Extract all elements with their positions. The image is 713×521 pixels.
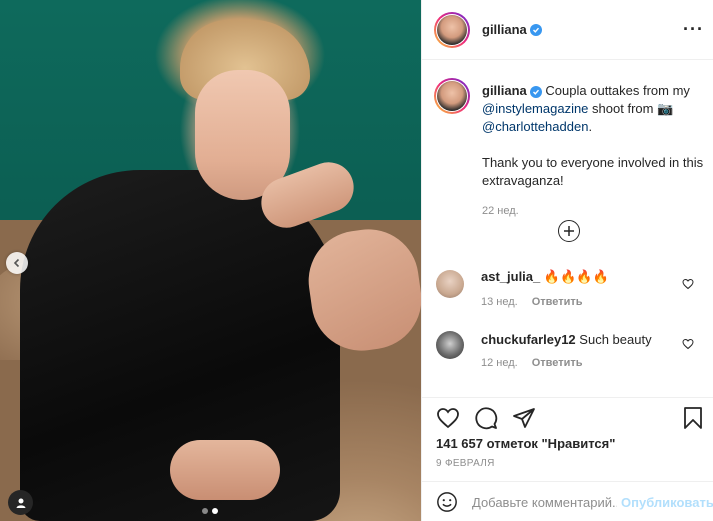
verified-icon: [529, 85, 542, 98]
comment-time[interactable]: 13 нед.: [481, 296, 518, 308]
avatar[interactable]: [434, 11, 470, 48]
comment-text: 🔥🔥🔥🔥: [543, 269, 609, 284]
user-icon: [16, 498, 25, 508]
caption-timestamp[interactable]: 22 нед.: [482, 202, 704, 220]
load-more-comments-button[interactable]: [558, 220, 580, 242]
caption-avatar[interactable]: [434, 78, 470, 114]
carousel-prev-button[interactable]: [6, 252, 28, 274]
comment-username[interactable]: chuckufarley12: [481, 332, 576, 347]
post-header: gilliana ···: [422, 0, 713, 60]
carousel-dots: [202, 508, 218, 514]
comment-input[interactable]: [472, 494, 617, 510]
emoji-icon[interactable]: [436, 491, 458, 513]
add-comment-bar: Опубликовать: [422, 481, 713, 521]
plus-icon: [564, 226, 574, 236]
mention-link[interactable]: @instylemagazine: [482, 101, 588, 116]
likes-count[interactable]: 141 657 отметок "Нравится": [436, 436, 615, 451]
post-comment-button[interactable]: Опубликовать: [621, 495, 713, 510]
comment-avatar[interactable]: [436, 270, 464, 298]
comment-avatar[interactable]: [436, 331, 464, 359]
caption-paragraph: Thank you to everyone involved in this e…: [482, 155, 704, 188]
carousel-dot-active: [212, 508, 218, 514]
tagged-users-button[interactable]: [8, 490, 33, 515]
comment-time[interactable]: 12 нед.: [481, 357, 518, 369]
caption-username[interactable]: gilliana: [482, 83, 527, 98]
mention-link[interactable]: @charlottehadden: [482, 119, 588, 134]
post-photo[interactable]: [0, 0, 421, 521]
caption-text: Coupla outtakes from my: [545, 83, 690, 98]
like-heart-icon[interactable]: [436, 406, 460, 430]
caption-text: .: [588, 119, 593, 134]
bookmark-icon[interactable]: [682, 406, 704, 430]
comment-text: Such beauty: [579, 332, 652, 347]
reply-button[interactable]: Ответить: [532, 357, 583, 369]
carousel-dot: [202, 508, 208, 514]
comment-like-icon[interactable]: [682, 278, 694, 290]
camera-emoji: 📷: [657, 101, 674, 116]
post-actions: 141 657 отметок "Нравится" 9 ФЕВРАЛЯ Опу…: [422, 397, 713, 521]
comment-username[interactable]: ast_julia_: [481, 269, 540, 284]
header-username[interactable]: gilliana: [482, 22, 527, 37]
more-options-icon[interactable]: ···: [683, 20, 704, 38]
reply-button[interactable]: Ответить: [532, 296, 583, 308]
share-icon[interactable]: [512, 406, 536, 430]
verified-icon: [529, 23, 542, 36]
comment-bubble-icon[interactable]: [474, 406, 498, 430]
comment-like-icon[interactable]: [682, 338, 694, 350]
post-sidebar: gilliana ··· gilliana Coupla outtakes fr…: [421, 0, 713, 521]
chevron-left-icon: [13, 258, 20, 268]
post-date[interactable]: 9 ФЕВРАЛЯ: [436, 458, 495, 469]
caption-text: shoot from: [592, 101, 654, 116]
